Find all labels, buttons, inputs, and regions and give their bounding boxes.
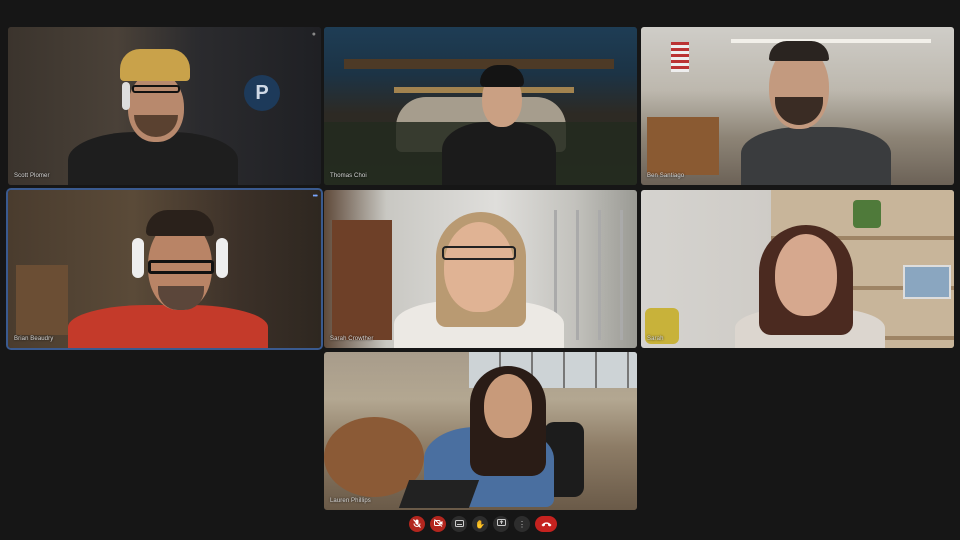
more-vertical-icon: ⋮: [518, 519, 526, 529]
raise-hand-button[interactable]: ✋: [472, 516, 488, 532]
person-body: [442, 122, 556, 185]
glasses: [148, 260, 214, 274]
leave-call-button[interactable]: [535, 516, 557, 532]
wall-logo: P: [244, 75, 280, 111]
person-head: [775, 234, 837, 316]
participant-tile-scott[interactable]: P ● Scott Plomer: [8, 27, 321, 185]
phone-hangup-icon: [541, 520, 552, 529]
captions-icon: [454, 519, 464, 529]
person-body: [741, 127, 891, 185]
mic-off-icon: [413, 518, 421, 530]
headphones: [122, 82, 130, 110]
wall-art: [903, 265, 951, 299]
participant-name: Scott Plomer: [14, 173, 50, 179]
captions-button[interactable]: [451, 516, 467, 532]
person-hair: [480, 65, 524, 87]
participant-name: Ben Santiago: [647, 173, 685, 179]
participant-tile-ben[interactable]: Ben Santiago: [641, 27, 954, 185]
participant-tile-sarah[interactable]: Sarah: [641, 190, 954, 348]
participant-tile-lauren[interactable]: Lauren Phillips: [324, 352, 637, 510]
meeting-controls: ✋ ⋮: [409, 516, 557, 534]
mic-toggle-button[interactable]: [409, 516, 425, 532]
headphones: [132, 238, 144, 278]
participant-name: Sarah Crowther: [330, 336, 374, 342]
participant-tile-sarah-crowther[interactable]: Sarah Crowther: [324, 190, 637, 348]
french-door: [332, 220, 392, 340]
present-screen-icon: [496, 519, 506, 529]
participant-tile-brian[interactable]: ••• Brian Beaudry: [8, 190, 321, 348]
hand-icon: ✋: [475, 519, 485, 529]
present-button[interactable]: [493, 516, 509, 532]
pergola: [344, 59, 614, 69]
camera-toggle-button[interactable]: [430, 516, 446, 532]
person-head: [444, 222, 514, 312]
more-horizontal-icon[interactable]: •••: [313, 193, 318, 200]
window-frame: [554, 210, 634, 340]
participant-name: Lauren Phillips: [330, 498, 371, 504]
glasses: [442, 246, 516, 260]
more-options-button[interactable]: ⋮: [514, 516, 530, 532]
person-hair: [146, 210, 214, 236]
hat: [120, 49, 190, 81]
participant-name: Sarah: [647, 336, 664, 342]
participant-name: Brian Beaudry: [14, 336, 54, 342]
laptop: [398, 480, 480, 508]
camera-off-icon: [433, 519, 443, 529]
headphones: [216, 238, 228, 278]
participant-tile-thomas[interactable]: Thomas Choi: [324, 27, 637, 185]
participant-name: Thomas Choi: [330, 173, 367, 179]
person-body: [68, 305, 268, 348]
us-flag: [671, 42, 689, 72]
plant: [853, 200, 881, 228]
tile-options-icon[interactable]: ●: [312, 31, 316, 38]
person-head: [484, 374, 532, 438]
person-hair: [769, 41, 829, 61]
ceiling-lights: [731, 39, 931, 43]
wood-desk: [647, 117, 719, 175]
cabinet: [16, 265, 68, 335]
glasses: [132, 85, 180, 93]
